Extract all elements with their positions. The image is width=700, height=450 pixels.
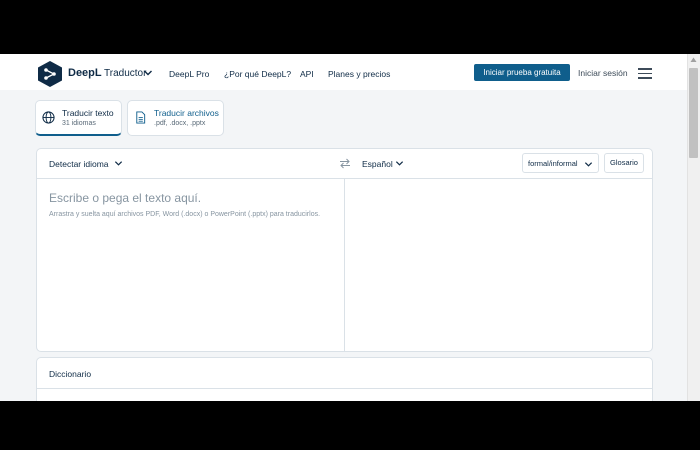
login-link[interactable]: Iniciar sesión bbox=[578, 68, 628, 78]
glossary-button[interactable]: Glosario bbox=[604, 153, 644, 173]
chevron-down-icon[interactable] bbox=[395, 159, 404, 168]
swap-languages-icon[interactable] bbox=[339, 158, 351, 169]
nav-deepl-pro[interactable]: DeepL Pro bbox=[169, 69, 209, 79]
dictionary-title: Diccionario bbox=[49, 369, 92, 379]
formality-label: formal/informal bbox=[528, 159, 578, 168]
tab-translate-files[interactable]: Traducir archivos .pdf, .docx, .pptx bbox=[127, 100, 224, 136]
globe-icon bbox=[42, 111, 55, 124]
formality-dropdown[interactable]: formal/informal bbox=[522, 153, 599, 173]
tab-translate-files-sub: .pdf, .docx, .pptx bbox=[154, 120, 206, 127]
brand-product[interactable]: Traductor bbox=[104, 68, 146, 79]
tab-translate-files-label: Traducir archivos bbox=[154, 108, 219, 118]
language-bar: Detectar idioma Español formal/informal … bbox=[37, 149, 652, 179]
target-language-select[interactable]: Español bbox=[362, 159, 393, 169]
letterbox-top bbox=[0, 0, 700, 54]
nav-api[interactable]: API bbox=[300, 69, 314, 79]
dictionary-panel: Diccionario bbox=[36, 357, 653, 401]
scroll-up-arrow-icon[interactable] bbox=[690, 57, 697, 63]
top-nav-bar: DeepL Traductor DeepL Pro ¿Por qué DeepL… bbox=[0, 54, 687, 90]
letterbox-bottom bbox=[0, 401, 700, 450]
document-icon bbox=[136, 111, 146, 124]
start-free-trial-button[interactable]: Iniciar prueba gratuita bbox=[474, 64, 570, 81]
drop-files-hint: Arrastra y suelta aquí archivos PDF, Wor… bbox=[49, 211, 321, 218]
tab-translate-text-label: Traducir texto bbox=[62, 108, 114, 118]
source-placeholder: Escribe o pega el texto aquí. bbox=[49, 191, 202, 205]
chevron-down-icon bbox=[584, 162, 593, 167]
source-language-select[interactable]: Detectar idioma bbox=[49, 159, 109, 169]
nav-pricing[interactable]: Planes y precios bbox=[328, 69, 390, 79]
brand-name[interactable]: DeepL bbox=[68, 67, 102, 79]
tab-translate-text-sub: 31 idiomas bbox=[62, 120, 96, 127]
browser-viewport: DeepL Traductor DeepL Pro ¿Por qué DeepL… bbox=[0, 54, 700, 401]
panel-divider bbox=[344, 179, 345, 351]
chevron-down-icon[interactable] bbox=[143, 68, 153, 78]
nav-why-deepl[interactable]: ¿Por qué DeepL? bbox=[224, 69, 291, 79]
chevron-down-icon[interactable] bbox=[114, 159, 123, 168]
translator-panel: Detectar idioma Español formal/informal … bbox=[36, 148, 653, 352]
source-text-input[interactable]: Escribe o pega el texto aquí. Arrastra y… bbox=[49, 191, 337, 220]
deepl-logo-icon[interactable] bbox=[36, 60, 64, 88]
menu-icon[interactable] bbox=[638, 68, 652, 79]
scrollbar-thumb[interactable] bbox=[689, 68, 698, 158]
dictionary-divider bbox=[37, 388, 652, 389]
tab-translate-text[interactable]: Traducir texto 31 idiomas bbox=[35, 100, 122, 136]
